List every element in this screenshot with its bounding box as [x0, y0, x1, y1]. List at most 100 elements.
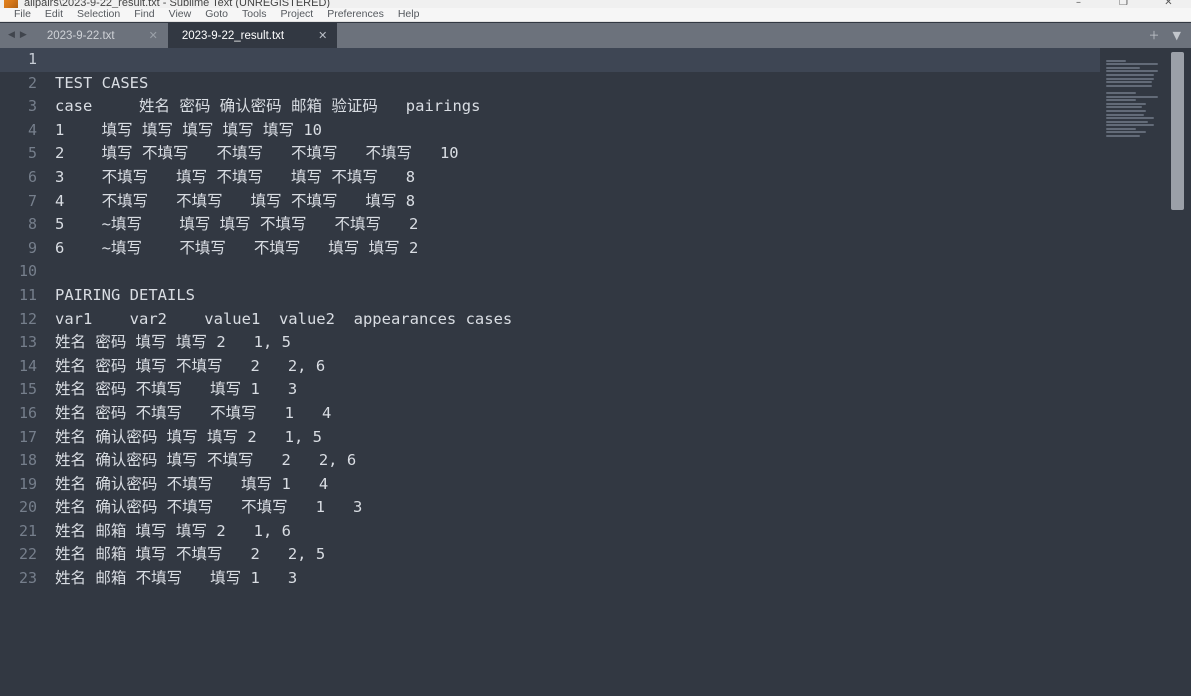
tab-2023-9-22[interactable]: 2023-9-22.txt ✕ — [33, 23, 168, 48]
code-line[interactable]: 9 6 ~填写 不填写 不填写 填写 填写 2 — [0, 237, 1100, 261]
code-line[interactable]: 10 — [0, 260, 1100, 284]
menu-bar: File Edit Selection Find View Goto Tools… — [0, 8, 1191, 22]
line-text: 3 不填写 填写 不填写 填写 不填写 8 — [55, 167, 416, 186]
minimap-line — [1106, 106, 1142, 109]
line-text: 1 填写 填写 填写 填写 填写 10 — [55, 120, 322, 139]
line-number: 10 — [18, 262, 37, 281]
line-number: 4 — [27, 120, 37, 139]
code-line[interactable]: 11 PAIRING DETAILS — [0, 284, 1100, 308]
line-text: 姓名 确认密码 填写 填写 2 1, 5 — [55, 427, 322, 446]
tab-menu-chevron-down-icon[interactable]: ▼ — [1173, 30, 1181, 41]
code-line[interactable]: 13 姓名 密码 填写 填写 2 1, 5 — [0, 331, 1100, 355]
code-line[interactable]: 3 case 姓名 密码 确认密码 邮箱 验证码 pairings — [0, 95, 1100, 119]
tab-label: 2023-9-22_result.txt — [181, 29, 285, 42]
menu-item-selection[interactable]: Selection — [70, 8, 127, 21]
tab-label: 2023-9-22.txt — [46, 29, 115, 42]
minimap-line — [1106, 95, 1158, 98]
vertical-scrollbar-thumb[interactable] — [1171, 52, 1184, 210]
menu-item-project[interactable]: Project — [274, 8, 321, 21]
line-number: 15 — [18, 380, 37, 399]
line-number: 23 — [18, 569, 37, 588]
menu-item-view[interactable]: View — [162, 8, 199, 21]
line-text: 姓名 密码 不填写 填写 1 3 — [55, 380, 298, 399]
tab-prev-arrow-icon[interactable]: ◀ — [8, 31, 15, 40]
tab-next-arrow-icon[interactable]: ▶ — [20, 31, 27, 40]
tab-close-icon[interactable]: ✕ — [284, 30, 327, 41]
code-line[interactable]: 8 5 ~填写 填写 填写 不填写 不填写 2 — [0, 213, 1100, 237]
line-text: 姓名 确认密码 填写 不填写 2 2, 6 — [55, 451, 357, 470]
minimap[interactable] — [1100, 48, 1165, 696]
minimap-line — [1106, 66, 1140, 69]
line-number: 7 — [27, 191, 37, 210]
code-line[interactable]: 19 姓名 确认密码 不填写 填写 1 4 — [0, 473, 1100, 497]
minimap-line — [1106, 102, 1146, 105]
line-text: 姓名 密码 填写 填写 2 1, 5 — [55, 333, 291, 352]
minimap-line — [1106, 70, 1158, 73]
code-line[interactable]: 14 姓名 密码 填写 不填写 2 2, 6 — [0, 355, 1100, 379]
line-text: var1 var2 value1 value2 appearances case… — [55, 309, 513, 328]
close-button[interactable]: ✕ — [1146, 0, 1191, 8]
window-title: allpairs\2023-9-22_result.txt - Sublime … — [24, 0, 331, 8]
vertical-scrollbar-track[interactable] — [1165, 48, 1191, 696]
tab-scroll-arrows: ◀ ▶ — [0, 23, 33, 48]
tab-close-icon[interactable]: ✕ — [115, 30, 158, 41]
code-line[interactable]: 1 — [0, 48, 1100, 72]
line-number: 14 — [18, 356, 37, 375]
tab-bar: ◀ ▶ 2023-9-22.txt ✕ 2023-9-22_result.txt… — [0, 23, 1191, 48]
new-tab-icon[interactable]: ＋ — [1149, 30, 1160, 41]
code-line[interactable]: 2 TEST CASES — [0, 72, 1100, 96]
code-line[interactable]: 17 姓名 确认密码 填写 填写 2 1, 5 — [0, 426, 1100, 450]
menu-item-help[interactable]: Help — [391, 8, 427, 21]
line-text: 姓名 邮箱 不填写 填写 1 3 — [55, 569, 298, 588]
code-area[interactable]: 1 2 TEST CASES 3 case 姓名 密码 确认密码 邮箱 验证码 pair… — [0, 48, 1100, 696]
minimap-line — [1106, 120, 1148, 123]
minimap-line — [1106, 91, 1136, 94]
code-line[interactable]: 7 4 不填写 不填写 填写 不填写 填写 8 — [0, 190, 1100, 214]
sublime-text-icon — [4, 0, 18, 8]
line-number: 21 — [18, 521, 37, 540]
minimap-line — [1106, 127, 1136, 130]
line-number: 22 — [18, 545, 37, 564]
line-number: 1 — [27, 50, 37, 68]
line-number: 2 — [27, 73, 37, 92]
tab-2023-9-22-result[interactable]: 2023-9-22_result.txt ✕ — [167, 23, 338, 48]
code-line[interactable]: 20 姓名 确认密码 不填写 不填写 1 3 — [0, 496, 1100, 520]
menu-item-preferences[interactable]: Preferences — [320, 8, 391, 21]
title-bar[interactable]: allpairs\2023-9-22_result.txt - Sublime … — [0, 0, 1191, 8]
minimap-line — [1106, 99, 1136, 102]
minimap-line — [1106, 124, 1154, 127]
code-line[interactable]: 18 姓名 确认密码 填写 不填写 2 2, 6 — [0, 449, 1100, 473]
minimize-button[interactable]: – — [1056, 0, 1101, 8]
menu-item-file[interactable]: File — [7, 8, 38, 21]
code-line[interactable]: 23 姓名 邮箱 不填写 填写 1 3 — [0, 567, 1100, 591]
code-line[interactable]: 21 姓名 邮箱 填写 填写 2 1, 6 — [0, 520, 1100, 544]
line-number: 18 — [18, 451, 37, 470]
code-line[interactable]: 22 姓名 邮箱 填写 不填写 2 2, 5 — [0, 543, 1100, 567]
code-line[interactable]: 5 2 填写 不填写 不填写 不填写 不填写 10 — [0, 142, 1100, 166]
line-text: 4 不填写 不填写 填写 不填写 填写 8 — [55, 191, 416, 210]
line-number: 5 — [27, 144, 37, 163]
menu-item-find[interactable]: Find — [127, 8, 161, 21]
line-number: 17 — [18, 427, 37, 446]
code-line[interactable]: 6 3 不填写 填写 不填写 填写 不填写 8 — [0, 166, 1100, 190]
menu-item-goto[interactable]: Goto — [198, 8, 235, 21]
maximize-button[interactable]: ❐ — [1101, 0, 1146, 8]
minimap-line — [1106, 81, 1152, 84]
minimap-line — [1106, 135, 1140, 138]
minimap-line — [1106, 117, 1154, 120]
code-line[interactable]: 15 姓名 密码 不填写 填写 1 3 — [0, 378, 1100, 402]
line-number: 20 — [18, 498, 37, 517]
line-text: 2 填写 不填写 不填写 不填写 不填写 10 — [55, 144, 459, 163]
line-number: 19 — [18, 474, 37, 493]
code-line[interactable]: 16 姓名 密码 不填写 不填写 1 4 — [0, 402, 1100, 426]
menu-item-tools[interactable]: Tools — [235, 8, 274, 21]
tab-bar-actions: ＋ ▼ — [1149, 23, 1191, 48]
line-number: 8 — [27, 215, 37, 234]
minimap-line — [1106, 131, 1146, 134]
editor[interactable]: 1 2 TEST CASES 3 case 姓名 密码 确认密码 邮箱 验证码 pair… — [0, 48, 1191, 696]
menu-item-edit[interactable]: Edit — [38, 8, 70, 21]
window-controls: – ❐ ✕ — [1056, 0, 1191, 8]
code-line[interactable]: 12 var1 var2 value1 value2 appearances ca… — [0, 308, 1100, 332]
line-text: 5 ~填写 填写 填写 不填写 不填写 2 — [55, 215, 419, 234]
code-line[interactable]: 4 1 填写 填写 填写 填写 填写 10 — [0, 119, 1100, 143]
